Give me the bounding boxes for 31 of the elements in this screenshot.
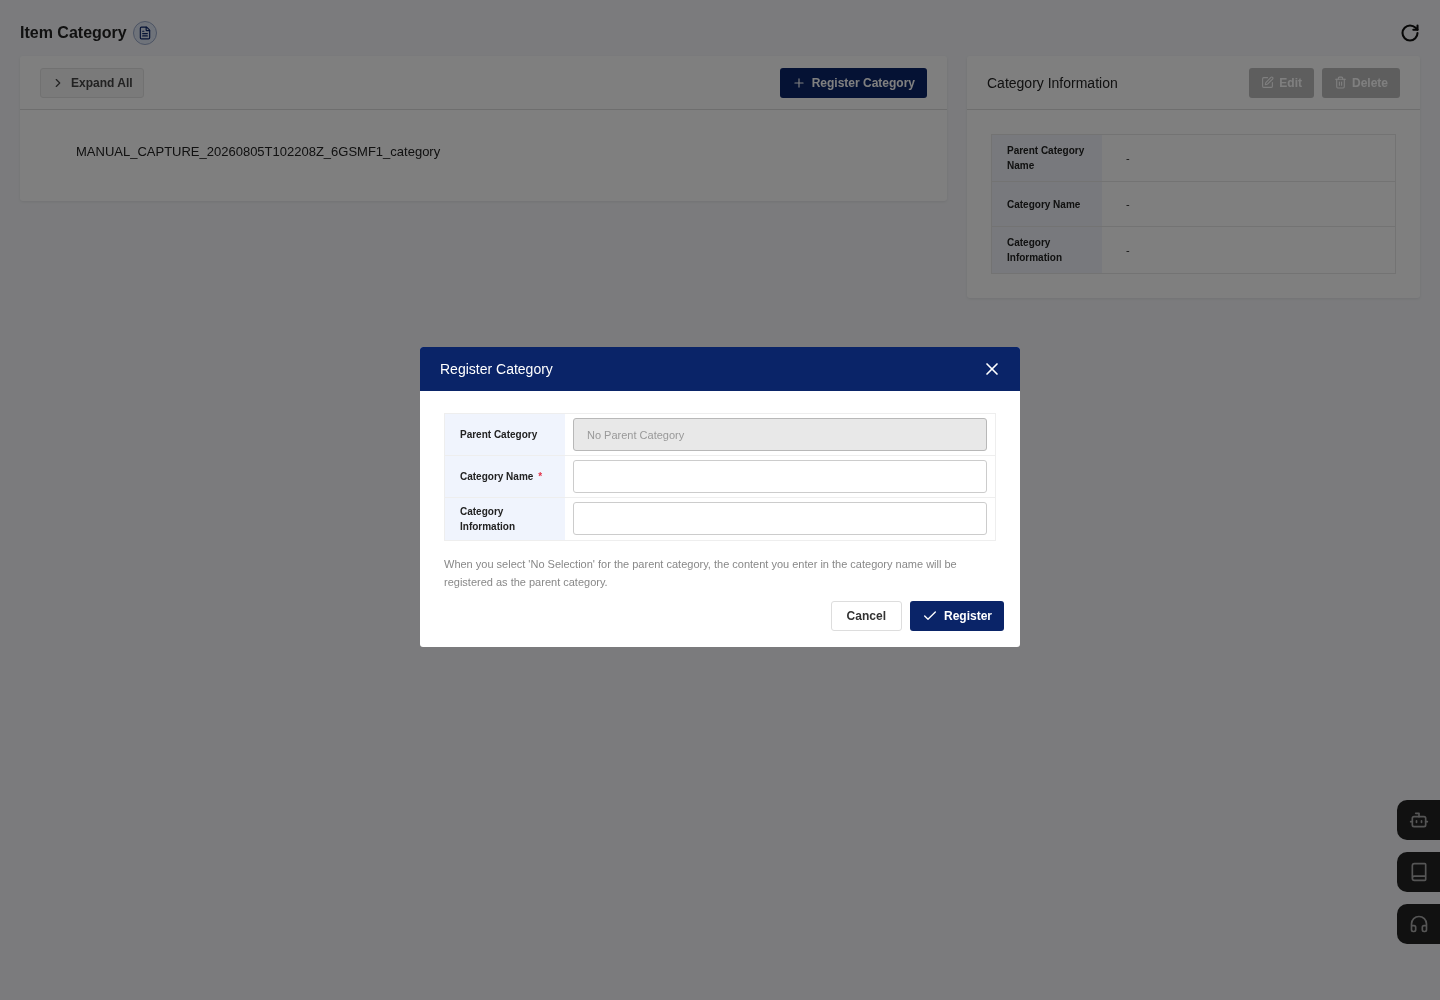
- tree-item[interactable]: MANUAL_CAPTURE_20260805T102208Z_6GSMF1_category: [76, 144, 441, 159]
- edit-icon: [1261, 76, 1275, 89]
- field-label: Parent Category: [460, 428, 538, 442]
- cancel-button[interactable]: Cancel: [830, 601, 902, 631]
- field-label: Category Name: [460, 470, 534, 484]
- row-value: -: [1125, 243, 1131, 258]
- register-category-button[interactable]: Register Category: [779, 67, 927, 98]
- book-button[interactable]: [1397, 852, 1440, 892]
- row-label: Category Information: [992, 227, 1102, 273]
- dialog-title: Register Category: [440, 361, 553, 377]
- field-label: Category Information: [460, 505, 516, 534]
- register-button[interactable]: Register: [909, 601, 1004, 631]
- headset-icon: [1408, 914, 1429, 934]
- row-label: Parent Category Name: [992, 135, 1102, 181]
- panel-title: Category Information: [987, 74, 1118, 91]
- required-mark: *: [538, 470, 543, 484]
- expand-all-button[interactable]: Expand All: [40, 67, 144, 98]
- refresh-button[interactable]: [1400, 23, 1420, 43]
- input-field[interactable]: [573, 460, 987, 493]
- document-icon[interactable]: [132, 21, 157, 45]
- help-text: When you select 'No Selection' for the parent category, the content you enter in the category name will be registered as the parent category.: [444, 557, 958, 590]
- plus-icon: [791, 75, 806, 90]
- row-label: Category Name: [992, 182, 1102, 226]
- headset-button[interactable]: [1397, 904, 1440, 944]
- robot-icon: [1408, 810, 1429, 830]
- row-value: -: [1125, 197, 1131, 212]
- input-field[interactable]: [573, 502, 987, 535]
- page-title: Item Category: [20, 24, 127, 42]
- bot-button[interactable]: [1397, 800, 1440, 840]
- trash-icon: [1333, 76, 1347, 89]
- row-value: -: [1125, 151, 1131, 166]
